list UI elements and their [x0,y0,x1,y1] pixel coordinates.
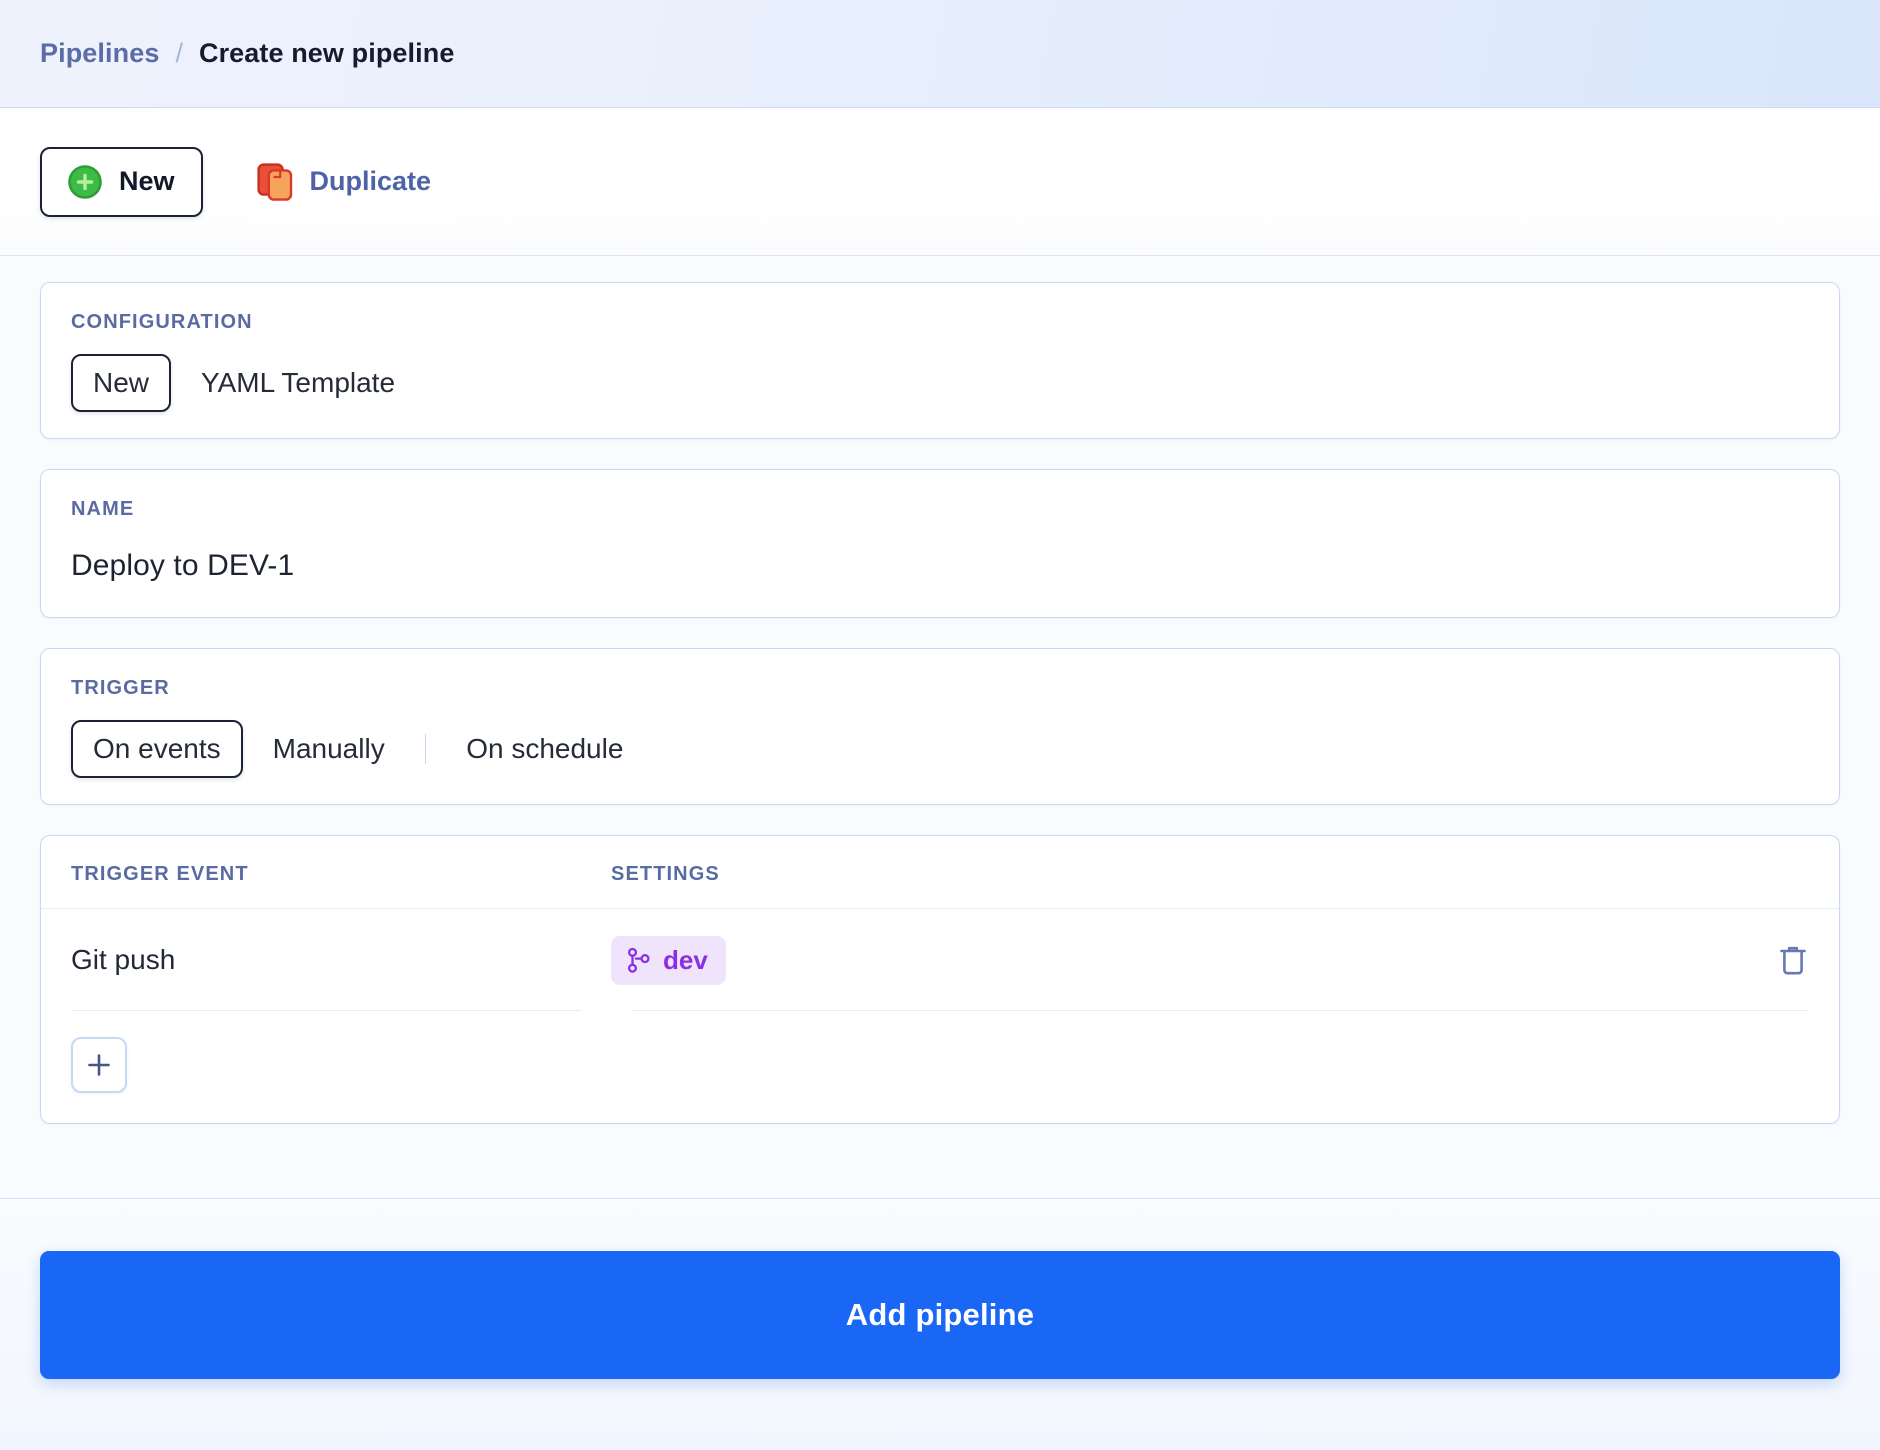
column-header-trigger-event: TRIGGER EVENT [71,863,611,886]
trigger-options-divider [425,734,427,764]
duplicate-icon [257,163,293,201]
breadcrumb: Pipelines / Create new pipeline [0,0,1880,108]
trigger-label: TRIGGER [71,677,1809,700]
toolbar: New Duplicate [0,108,1880,256]
duplicate-button[interactable]: Duplicate [249,147,460,217]
name-card: NAME Deploy to DEV-1 [40,469,1840,618]
configuration-option-yaml-template[interactable]: YAML Template [179,354,417,412]
plus-circle-icon [68,165,102,199]
footer: Add pipeline [0,1198,1880,1450]
name-input[interactable]: Deploy to DEV-1 [71,549,1809,583]
trigger-option-on-events[interactable]: On events [71,720,243,778]
trigger-options: On events Manually On schedule [71,720,1809,778]
new-button[interactable]: New [40,147,203,217]
trigger-option-manually[interactable]: Manually [251,720,407,778]
git-branch-icon [625,947,652,974]
add-trigger-event-button[interactable] [71,1037,127,1093]
breadcrumb-separator: / [175,38,183,69]
table-cell-settings: dev [611,936,1719,985]
configuration-options: New YAML Template [71,354,1809,412]
duplicate-button-label: Duplicate [310,166,432,197]
column-header-settings: SETTINGS [611,863,1719,886]
create-pipeline-page: Pipelines / Create new pipeline New [0,0,1880,1450]
trigger-card: TRIGGER On events Manually On schedule [40,648,1840,805]
trigger-event-name[interactable]: Git push [71,944,175,975]
trash-icon[interactable] [1777,943,1809,977]
table-cell-trigger-event: Git push [71,944,611,976]
table-footer [41,1011,1839,1123]
add-pipeline-button[interactable]: Add pipeline [40,1251,1840,1379]
branch-badge[interactable]: dev [611,936,726,985]
table-cell-actions [1719,943,1809,977]
configuration-option-new[interactable]: New [71,354,171,412]
branch-badge-label: dev [663,945,708,976]
configuration-card: CONFIGURATION New YAML Template [40,282,1840,439]
new-button-label: New [119,166,175,197]
name-label: NAME [71,498,1809,521]
page-title: Create new pipeline [199,38,454,69]
trigger-events-table: TRIGGER EVENT SETTINGS Git push [40,835,1840,1124]
configuration-label: CONFIGURATION [71,311,1809,334]
table-header: TRIGGER EVENT SETTINGS [41,836,1839,909]
trigger-option-on-schedule[interactable]: On schedule [444,720,645,778]
plus-icon [86,1052,112,1078]
table-row: Git push dev [41,909,1839,1011]
breadcrumb-parent-link[interactable]: Pipelines [40,38,159,69]
form-body: CONFIGURATION New YAML Template NAME Dep… [0,256,1880,1198]
